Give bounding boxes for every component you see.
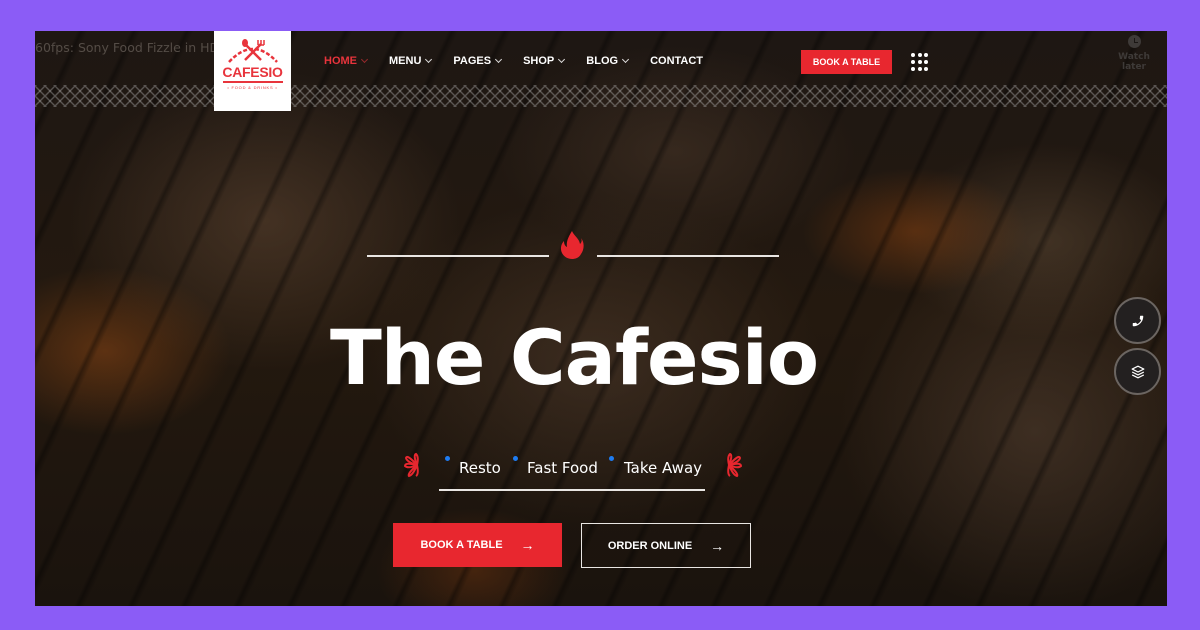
layers-icon <box>1131 365 1144 378</box>
order-online-button[interactable]: ORDER ONLINE → <box>581 523 751 568</box>
book-table-button[interactable]: BOOK A TABLE → <box>393 523 562 567</box>
layers-button[interactable] <box>1114 348 1161 395</box>
phone-icon <box>1132 315 1143 326</box>
hero-title: The Cafesio <box>329 313 819 402</box>
divider-line-right <box>597 255 779 257</box>
tag-bullet <box>513 456 518 461</box>
floral-ornament-right-icon <box>727 452 743 478</box>
tag-fast-food: Fast Food <box>527 459 598 477</box>
tag-resto: Resto <box>459 459 501 477</box>
hero-video-frame: 60fps: Sony Food Fizzle in HDR Watch lat… <box>35 31 1167 606</box>
phone-button[interactable] <box>1114 297 1161 344</box>
flame-icon <box>560 231 584 259</box>
tag-bullet <box>609 456 614 461</box>
arrow-right-icon: → <box>520 537 535 553</box>
tag-bullet <box>445 456 450 461</box>
tag-take-away: Take Away <box>624 459 703 477</box>
tags-underline <box>439 489 705 491</box>
hero-section: The Cafesio Resto Fast Food Take Away BO… <box>35 31 1167 606</box>
hero-tags: Resto Fast Food Take Away <box>400 451 740 491</box>
order-online-label: ORDER ONLINE <box>607 539 693 552</box>
divider-line-left <box>367 255 549 257</box>
book-table-label: BOOK A TABLE <box>420 539 503 551</box>
arrow-right-icon: → <box>710 537 725 554</box>
